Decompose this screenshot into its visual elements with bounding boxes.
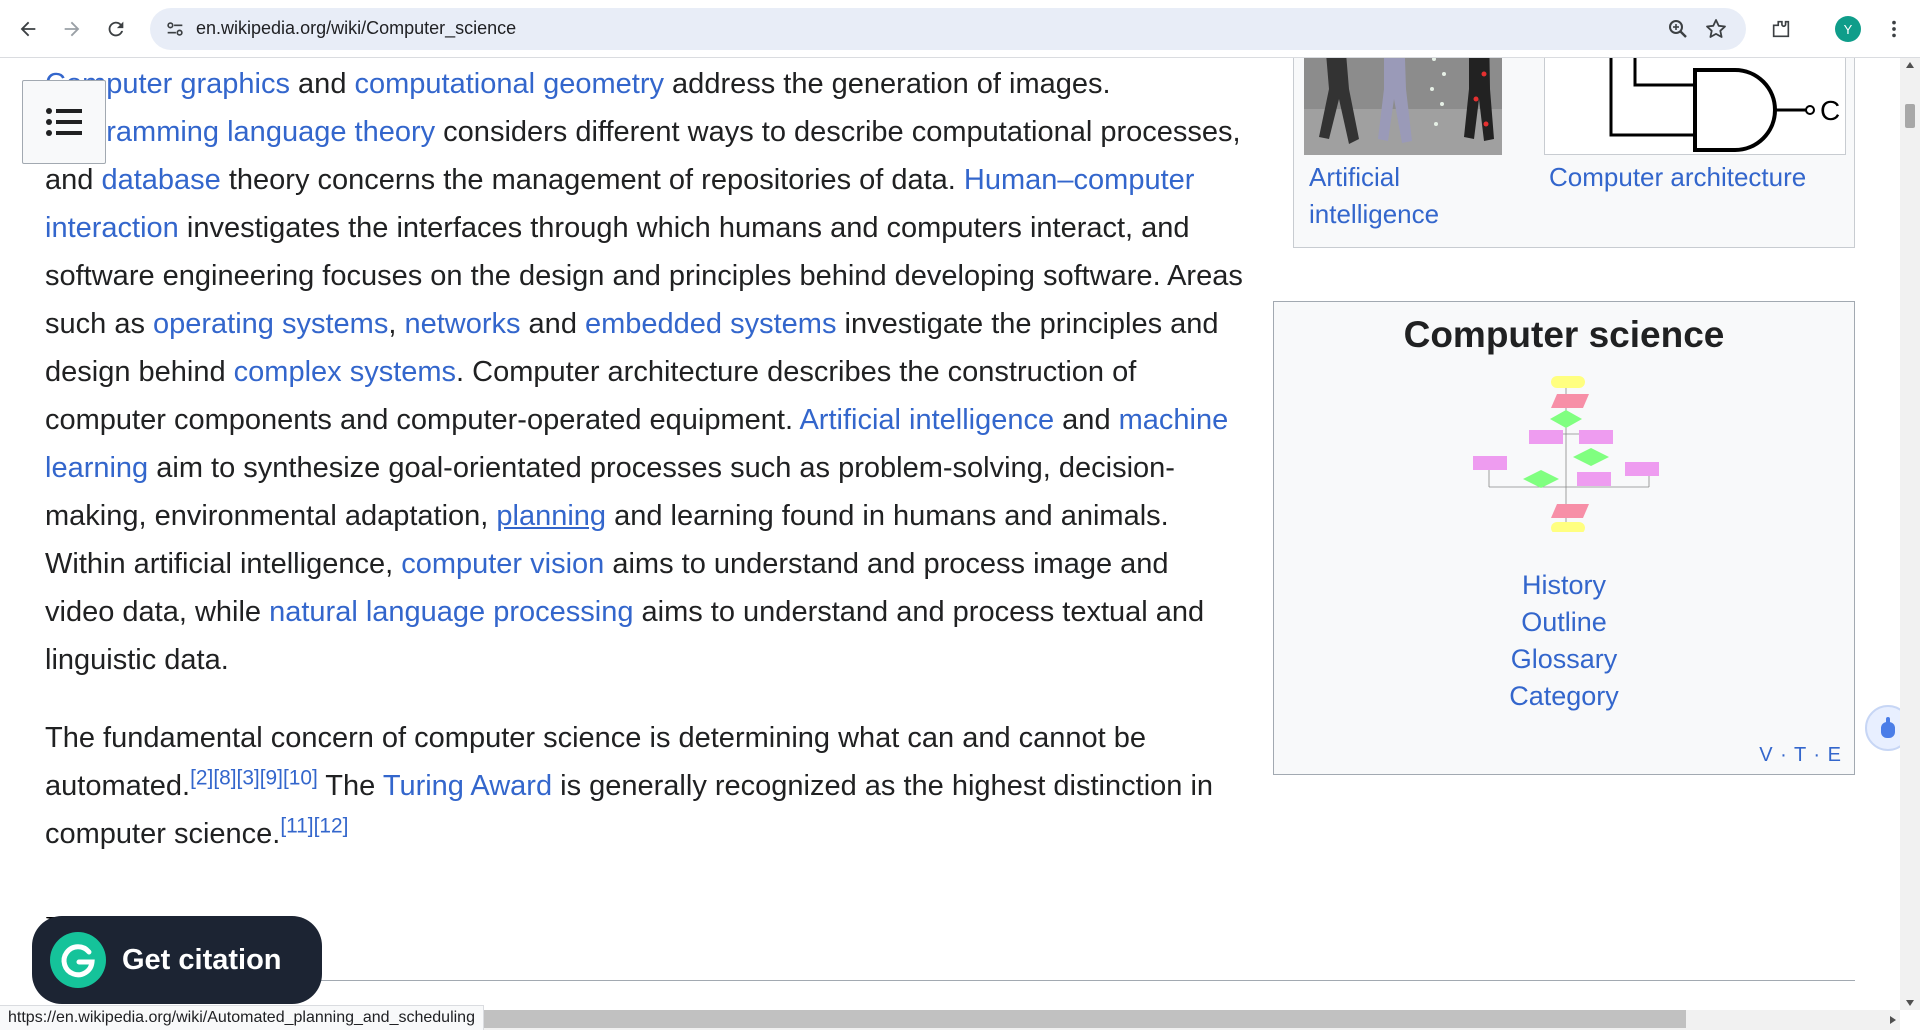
scroll-down-arrow-icon[interactable] — [1900, 996, 1920, 1010]
robot-figures-image — [1304, 58, 1502, 155]
inline-link[interactable]: complex systems — [234, 356, 456, 388]
extensions-button[interactable] — [1763, 11, 1799, 47]
inline-link[interactable]: database — [101, 164, 220, 196]
caption-computer-architecture[interactable]: Computer architecture — [1549, 159, 1849, 196]
vertical-scroll-thumb[interactable] — [1905, 104, 1915, 128]
image-gallery: C Artificial intelligence Computer archi… — [1293, 58, 1855, 248]
toc-toggle-button[interactable] — [22, 80, 106, 164]
inline-link[interactable]: planning — [496, 500, 606, 532]
paragraph-text: and — [290, 68, 355, 100]
navbox-link-glossary[interactable]: Glossary — [1274, 641, 1854, 678]
inline-link[interactable]: computer vision — [401, 548, 604, 580]
navbox-link-category[interactable]: Category — [1274, 678, 1854, 715]
zoom-icon[interactable] — [1666, 17, 1690, 41]
kebab-menu-icon — [1892, 20, 1896, 38]
navbox-link-outline[interactable]: Outline — [1274, 604, 1854, 641]
paragraph-text: and — [520, 308, 585, 340]
get-citation-button[interactable]: Get citation — [32, 916, 322, 1004]
hand-icon — [1881, 717, 1895, 738]
scroll-right-arrow-icon[interactable] — [1886, 1010, 1900, 1030]
reload-button[interactable] — [98, 11, 134, 47]
flowchart-image[interactable] — [1469, 372, 1659, 532]
paragraph-text: theory concerns the management of reposi… — [220, 164, 964, 196]
vertical-scrollbar[interactable] — [1900, 58, 1920, 1010]
inline-link[interactable]: computational geometry — [355, 68, 665, 100]
puzzle-icon — [1772, 20, 1790, 38]
citation-label: Get citation — [122, 943, 282, 976]
reload-icon — [108, 21, 124, 37]
bookmark-star-icon[interactable] — [1704, 17, 1728, 41]
paragraph-text: The — [317, 770, 383, 802]
url-text[interactable]: en.wikipedia.org/wiki/Computer_science — [196, 18, 516, 39]
browser-menu-button[interactable] — [1876, 11, 1912, 47]
scroll-up-arrow-icon[interactable] — [1900, 58, 1920, 72]
arrow-right-icon — [64, 21, 80, 37]
navbox-links: History Outline Glossary Category — [1274, 567, 1854, 715]
citation-reference[interactable]: [2][8][3][9][10] — [190, 766, 318, 789]
paragraph-text: and — [1054, 404, 1119, 436]
back-button[interactable] — [10, 11, 46, 47]
inline-link[interactable]: Turing Award — [383, 770, 552, 802]
inline-link[interactable]: natural language processing — [269, 596, 633, 628]
ai-robot-image[interactable] — [1304, 58, 1502, 155]
computer-science-navbox: Computer science History Outline Glossar… — [1273, 301, 1855, 775]
gate-output-label: C — [1820, 95, 1840, 126]
inline-link[interactable]: networks — [404, 308, 520, 340]
inline-link[interactable]: Artificial intelligence — [799, 404, 1054, 436]
vte-links[interactable]: V · T · E — [1759, 744, 1842, 767]
list-icon — [46, 108, 82, 136]
arrow-left-icon — [20, 21, 36, 37]
logic-gate-image[interactable]: C — [1544, 58, 1846, 155]
profile-avatar[interactable]: Y — [1835, 16, 1861, 42]
inline-link[interactable]: operating systems — [153, 308, 388, 340]
browser-toolbar: en.wikipedia.org/wiki/Computer_science Y — [0, 0, 1920, 58]
site-info-icon[interactable] — [164, 18, 186, 40]
navbox-link-history[interactable]: History — [1274, 567, 1854, 604]
article-paragraph: The fundamental concern of computer scie… — [45, 714, 1245, 858]
article-paragraph: Computer graphics and computational geom… — [45, 60, 1245, 684]
caption-artificial-intelligence[interactable]: Artificial intelligence — [1309, 159, 1509, 233]
paragraph-text: address the generation of images. — [664, 68, 1111, 100]
and-gate-diagram: C — [1609, 58, 1840, 152]
address-bar[interactable]: en.wikipedia.org/wiki/Computer_science — [150, 8, 1746, 50]
paragraph-text: , — [388, 308, 405, 340]
forward-button[interactable] — [54, 11, 90, 47]
page-content: Computer graphics and computational geom… — [0, 58, 1900, 1010]
status-bar-url: https://en.wikipedia.org/wiki/Automated_… — [0, 1005, 484, 1030]
citation-reference[interactable]: [11][12] — [280, 814, 348, 837]
inline-link[interactable]: embedded systems — [585, 308, 836, 340]
navbox-title: Computer science — [1403, 314, 1725, 355]
grammarly-icon — [50, 932, 106, 988]
